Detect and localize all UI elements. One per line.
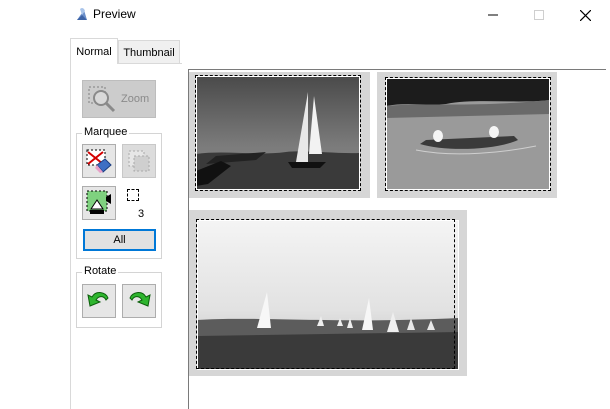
window-title: Preview: [93, 7, 136, 21]
scan-bed: [189, 70, 606, 409]
select-all-button[interactable]: All: [83, 229, 156, 251]
auto-exposure-icon: [86, 190, 111, 214]
minimize-button[interactable]: [470, 0, 516, 30]
tab-thumbnail-label: Thumbnail: [123, 46, 175, 59]
rotate-left-button[interactable]: [82, 284, 116, 318]
canoe-photo[interactable]: [386, 78, 550, 190]
duplicate-marquee-button[interactable]: [122, 144, 156, 178]
select-all-label: All: [113, 234, 126, 246]
rotate-group-label: Rotate: [82, 265, 119, 277]
title-bar: Preview: [70, 0, 610, 30]
rotate-right-button[interactable]: [122, 284, 156, 318]
rotate-right-icon: [129, 292, 151, 307]
delete-marquee-icon: [86, 149, 112, 173]
zoom-button[interactable]: Zoom: [82, 80, 156, 118]
maximize-button[interactable]: [516, 0, 562, 30]
sailboat-photo[interactable]: [196, 76, 360, 190]
magnifier-icon: [88, 86, 116, 113]
tab-thumbnail[interactable]: Thumbnail: [118, 40, 180, 64]
zoom-label: Zoom: [121, 93, 150, 105]
tab-normal-label: Normal: [76, 45, 112, 58]
marquee-count-icon: [127, 189, 139, 201]
app-icon: [77, 7, 87, 20]
auto-exposure-button[interactable]: [82, 186, 116, 220]
delete-marquee-button[interactable]: [82, 144, 116, 178]
close-icon: [579, 9, 591, 21]
maximize-icon: [534, 10, 544, 20]
minimize-icon: [488, 14, 498, 16]
rotate-left-icon: [87, 292, 109, 307]
preview-window: Preview Normal Thumbnail Zoom Marquee 3 …: [70, 0, 610, 409]
regatta-photo[interactable]: [197, 220, 459, 370]
tab-normal[interactable]: Normal: [70, 38, 118, 64]
preview-area[interactable]: [188, 69, 606, 409]
close-button[interactable]: [562, 0, 608, 30]
marquee-group-label: Marquee: [82, 126, 130, 138]
marquee-count: 3: [138, 208, 145, 220]
duplicate-marquee-icon: [128, 150, 150, 172]
